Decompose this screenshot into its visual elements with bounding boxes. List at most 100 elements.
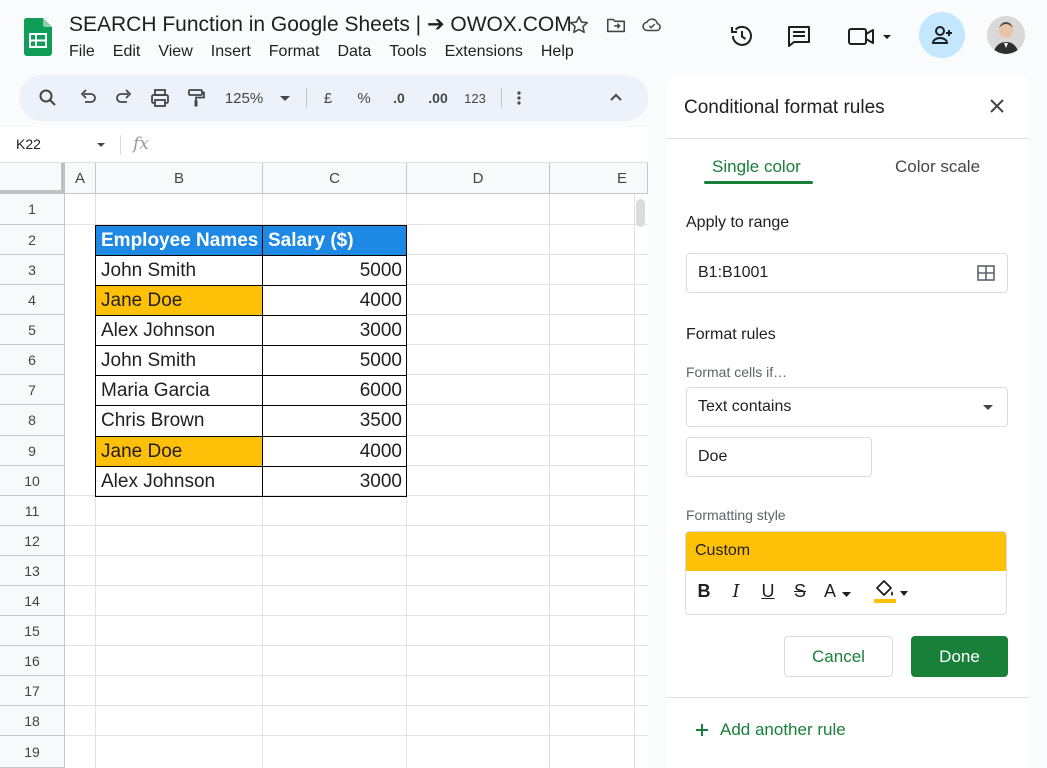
chevron-up-icon[interactable] <box>607 86 625 110</box>
column-header-e[interactable]: E <box>550 163 648 194</box>
row-header-15[interactable]: 15 <box>0 616 65 646</box>
tab-single-color[interactable]: Single color <box>712 157 801 177</box>
salary-cell[interactable]: 6000 <box>262 375 407 406</box>
redo-icon[interactable] <box>114 86 134 110</box>
row-header-7[interactable]: 7 <box>0 375 65 405</box>
name-cell-highlighted[interactable]: Jane Doe <box>95 436 263 467</box>
row-header-10[interactable]: 10 <box>0 466 65 496</box>
version-history-icon[interactable] <box>728 22 756 50</box>
salary-cell[interactable]: 5000 <box>262 345 407 376</box>
menu-data[interactable]: Data <box>337 43 371 61</box>
row-header-6[interactable]: 6 <box>0 345 65 375</box>
name-box-dropdown-icon[interactable] <box>96 141 106 149</box>
salary-cell[interactable]: 4000 <box>262 285 407 316</box>
increase-decimal-button[interactable]: .00 <box>423 86 453 110</box>
comments-icon[interactable] <box>785 22 813 50</box>
text-color-button[interactable]: A <box>821 581 839 602</box>
name-box[interactable]: K22 <box>16 136 41 152</box>
select-all-corner[interactable] <box>0 163 65 194</box>
plus-icon <box>696 724 708 736</box>
row-header-1[interactable]: 1 <box>0 194 65 225</box>
currency-format-button[interactable]: £ <box>319 86 337 110</box>
avatar[interactable] <box>987 16 1025 54</box>
italic-button[interactable]: I <box>727 581 745 602</box>
row-header-12[interactable]: 12 <box>0 526 65 556</box>
name-cell[interactable]: John Smith <box>95 345 263 376</box>
share-button[interactable] <box>919 12 965 58</box>
row-header-19[interactable]: 19 <box>0 736 65 768</box>
vertical-scrollbar[interactable] <box>636 199 645 227</box>
row-header-11[interactable]: 11 <box>0 496 65 526</box>
strikethrough-button[interactable]: S <box>791 581 809 602</box>
paint-format-icon[interactable] <box>186 86 206 110</box>
star-icon[interactable] <box>568 14 590 36</box>
cancel-button[interactable]: Cancel <box>784 636 893 677</box>
range-input[interactable]: B1:B1001 <box>686 253 1008 293</box>
style-preview[interactable]: Custom <box>686 532 1006 571</box>
column-header-c[interactable]: C <box>263 163 407 194</box>
row-header-8[interactable]: 8 <box>0 405 65 436</box>
name-cell[interactable]: Maria Garcia <box>95 375 263 406</box>
formatting-style-box[interactable]: Custom B I U S A <box>685 531 1007 615</box>
menu-file[interactable]: File <box>69 43 95 61</box>
move-folder-icon[interactable] <box>605 14 627 36</box>
menu-extensions[interactable]: Extensions <box>445 43 523 61</box>
more-formats-button[interactable]: 123 <box>461 86 489 110</box>
row-header-17[interactable]: 17 <box>0 676 65 706</box>
underline-button[interactable]: U <box>759 581 777 602</box>
print-icon[interactable] <box>149 86 171 110</box>
row-header-13[interactable]: 13 <box>0 556 65 586</box>
salary-cell[interactable]: 4000 <box>262 436 407 467</box>
row-header-5[interactable]: 5 <box>0 315 65 345</box>
cloud-saved-icon[interactable] <box>641 14 663 36</box>
menu-insert[interactable]: Insert <box>211 43 251 61</box>
salary-cell[interactable]: 3500 <box>262 405 407 437</box>
zoom-dropdown-icon[interactable] <box>277 86 293 110</box>
menu-edit[interactable]: Edit <box>113 43 141 61</box>
salary-cell[interactable]: 3000 <box>262 315 407 346</box>
decrease-decimal-button[interactable]: .0 <box>386 86 412 110</box>
column-header-b[interactable]: B <box>96 163 263 194</box>
column-header-a[interactable]: A <box>65 163 96 194</box>
percent-format-button[interactable]: % <box>354 86 374 110</box>
name-cell[interactable]: John Smith <box>95 255 263 286</box>
name-cell-highlighted[interactable]: Jane Doe <box>95 285 263 316</box>
salary-cell[interactable]: 3000 <box>262 466 407 497</box>
done-button[interactable]: Done <box>911 636 1008 677</box>
name-cell[interactable]: Chris Brown <box>95 405 263 437</box>
header-cell-names[interactable]: Employee Names <box>95 225 263 256</box>
name-cell[interactable]: Alex Johnson <box>95 466 263 497</box>
menu-view[interactable]: View <box>158 43 192 61</box>
search-menus-icon[interactable] <box>38 86 58 110</box>
fill-color-icon[interactable] <box>872 579 912 607</box>
text-color-dropdown-icon[interactable] <box>842 592 851 598</box>
row-header-9[interactable]: 9 <box>0 436 65 466</box>
document-title[interactable]: SEARCH Function in Google Sheets | ➔ OWO… <box>69 12 572 37</box>
column-header-d[interactable]: D <box>407 163 550 194</box>
header-cell-salary[interactable]: Salary ($) <box>262 225 407 256</box>
add-rule-button[interactable]: Add another rule <box>694 720 846 740</box>
menu-tools[interactable]: Tools <box>389 43 426 61</box>
select-range-icon[interactable] <box>977 265 995 281</box>
undo-icon[interactable] <box>78 86 98 110</box>
row-header-2[interactable]: 2 <box>0 225 65 255</box>
menu-help[interactable]: Help <box>541 43 574 61</box>
menu-format[interactable]: Format <box>269 43 320 61</box>
zoom-select[interactable]: 125% <box>223 86 265 110</box>
more-vert-icon[interactable] <box>511 86 527 110</box>
condition-select[interactable]: Text contains <box>686 387 1008 427</box>
name-cell[interactable]: Alex Johnson <box>95 315 263 346</box>
row-header-18[interactable]: 18 <box>0 706 65 736</box>
row-header-16[interactable]: 16 <box>0 646 65 676</box>
salary-cell[interactable]: 5000 <box>262 255 407 286</box>
row-header-3[interactable]: 3 <box>0 255 65 285</box>
meet-icon[interactable] <box>846 22 894 50</box>
condition-value-input[interactable]: Doe <box>686 437 872 477</box>
row-header-14[interactable]: 14 <box>0 586 65 616</box>
row-header-4[interactable]: 4 <box>0 285 65 315</box>
tab-color-scale[interactable]: Color scale <box>895 157 980 177</box>
spreadsheet-grid[interactable]: A B C D E 1 2 3 4 5 6 7 8 9 10 11 12 13 … <box>0 163 648 768</box>
close-icon[interactable] <box>988 97 1006 115</box>
sheets-logo-icon[interactable] <box>24 18 52 56</box>
bold-button[interactable]: B <box>695 581 713 602</box>
